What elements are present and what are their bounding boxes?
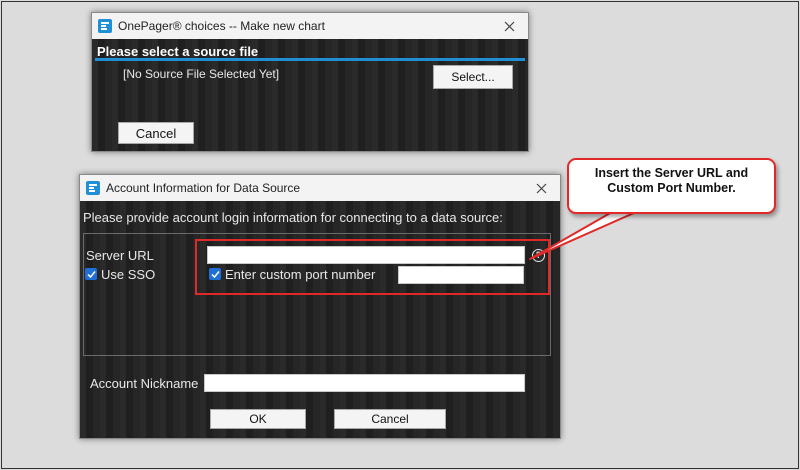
source-file-status: [No Source File Selected Yet]: [123, 67, 280, 81]
close-icon[interactable]: [500, 17, 518, 35]
account-dialog-title: Account Information for Data Source: [106, 181, 301, 195]
source-dialog-titlebar: OnePager® choices -- Make new chart: [92, 13, 528, 39]
nickname-input[interactable]: [204, 374, 525, 392]
use-sso-checkbox[interactable]: [85, 268, 97, 280]
close-icon[interactable]: [532, 179, 550, 197]
select-button[interactable]: Select...: [433, 65, 513, 89]
source-dialog-heading: Please select a source file: [97, 44, 259, 59]
app-logo-icon: [98, 19, 112, 33]
cancel-button[interactable]: Cancel: [118, 122, 194, 144]
source-dialog-title: OnePager® choices -- Make new chart: [118, 19, 325, 33]
cancel-button[interactable]: Cancel: [334, 409, 446, 429]
callout-box: Insert the Server URL and Custom Port Nu…: [567, 158, 776, 214]
app-logo-icon: [86, 181, 100, 195]
use-sso-label: Use SSO: [101, 267, 156, 282]
heading-underline: [95, 58, 525, 61]
account-dialog-titlebar: Account Information for Data Source: [80, 175, 560, 201]
highlight-box: [195, 239, 550, 295]
server-url-label: Server URL: [86, 248, 154, 263]
source-file-dialog: OnePager® choices -- Make new chart Plea…: [91, 12, 529, 152]
ok-button[interactable]: OK: [210, 409, 306, 429]
account-info-dialog: Account Information for Data Source Plea…: [79, 174, 561, 439]
nickname-label: Account Nickname: [90, 376, 199, 391]
callout-text: Insert the Server URL and Custom Port Nu…: [594, 166, 749, 195]
account-instructions: Please provide account login information…: [83, 210, 503, 225]
